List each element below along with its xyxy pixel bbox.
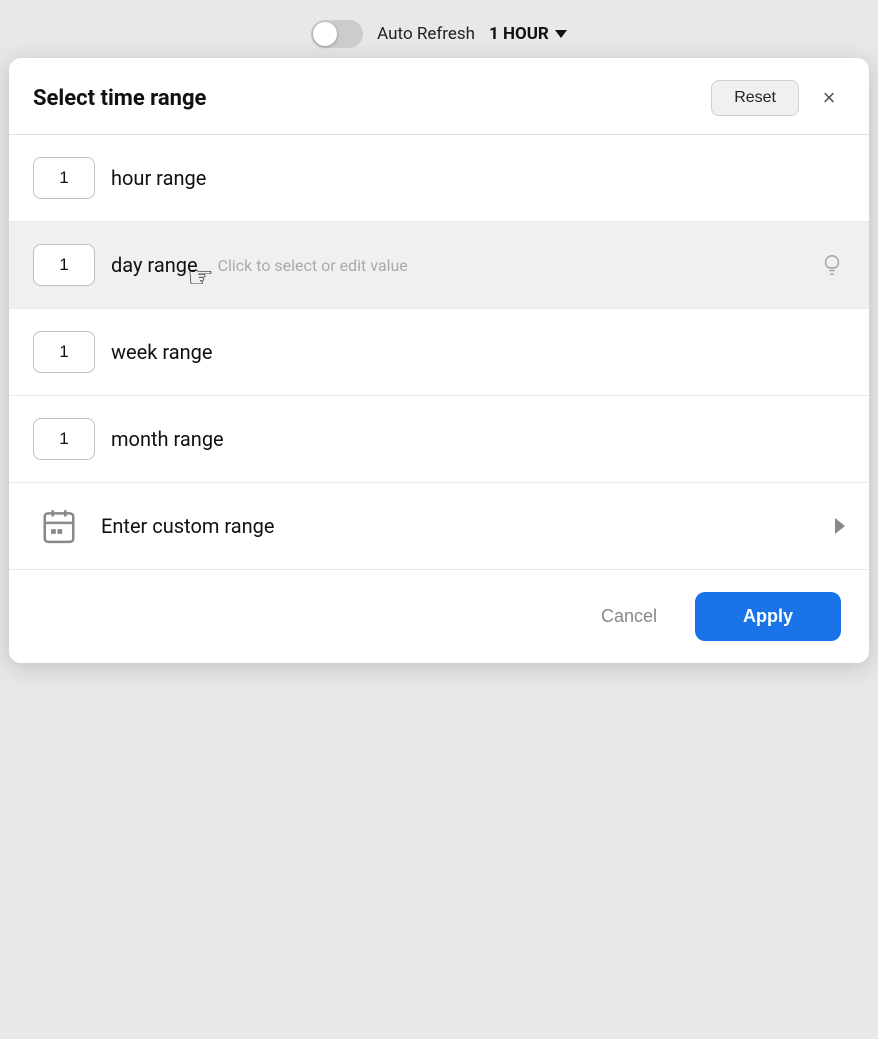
hour-badge[interactable]: 1 HOUR [489, 24, 567, 44]
hour-range-input[interactable] [33, 157, 95, 199]
hour-range-row[interactable]: hour range [9, 135, 869, 222]
modal-footer: Cancel Apply [9, 569, 869, 663]
header-actions: Reset × [711, 80, 845, 116]
chevron-right-icon [835, 518, 845, 534]
hour-range-label: hour range [111, 166, 206, 190]
cancel-button[interactable]: Cancel [581, 594, 677, 639]
custom-range-row[interactable]: Enter custom range [9, 483, 869, 569]
auto-refresh-label: Auto Refresh [377, 24, 475, 44]
modal-title: Select time range [33, 86, 206, 111]
auto-refresh-toggle[interactable] [311, 20, 363, 48]
week-range-label: week range [111, 340, 212, 364]
month-range-input[interactable] [33, 418, 95, 460]
week-range-row[interactable]: week range [9, 309, 869, 396]
month-range-row[interactable]: month range [9, 396, 869, 483]
month-range-label: month range [111, 427, 224, 451]
day-range-label: day range [111, 253, 198, 277]
calendar-icon [33, 505, 85, 547]
time-range-modal: Select time range Reset × hour range day… [9, 58, 869, 663]
apply-button[interactable]: Apply [695, 592, 841, 641]
hour-badge-text: 1 HOUR [489, 24, 549, 44]
modal-header: Select time range Reset × [9, 58, 869, 135]
custom-range-label: Enter custom range [101, 514, 835, 538]
modal-body: hour range day range Click to select or … [9, 135, 869, 569]
reset-button[interactable]: Reset [711, 80, 799, 116]
day-range-input[interactable] [33, 244, 95, 286]
lightbulb-icon [819, 252, 845, 278]
top-bar: Auto Refresh 1 HOUR [311, 20, 567, 48]
click-hint: Click to select or edit value [218, 256, 811, 275]
week-range-input[interactable] [33, 331, 95, 373]
toggle-knob [313, 22, 337, 46]
close-button[interactable]: × [813, 82, 845, 114]
day-range-row[interactable]: day range Click to select or edit value … [9, 222, 869, 309]
chevron-down-icon [555, 30, 567, 38]
